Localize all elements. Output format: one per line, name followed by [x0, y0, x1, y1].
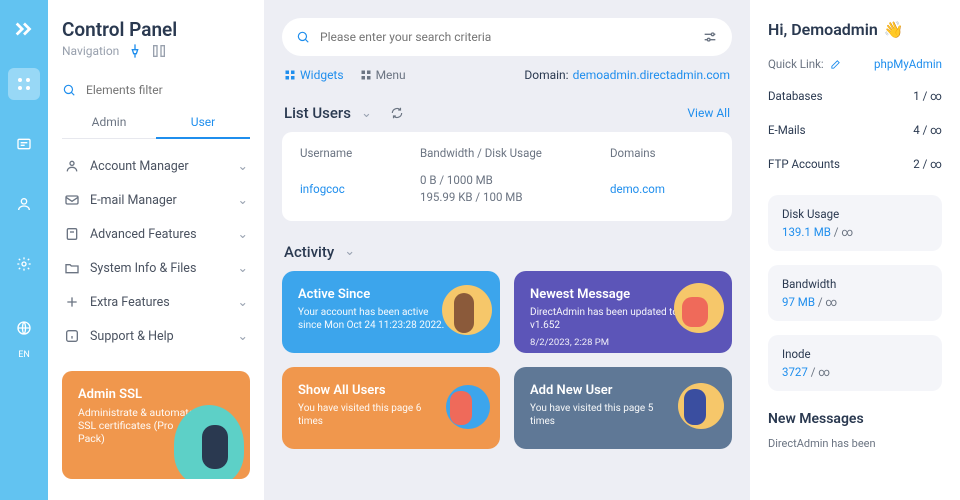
list-users-header: List Users ⌄ View All: [284, 104, 730, 122]
right-panel: Hi, Demoadmin👋 Quick Link: phpMyAdmin Da…: [750, 0, 960, 500]
nav-rail: EN: [0, 0, 48, 500]
menu-advanced[interactable]: Advanced Features⌄: [62, 217, 250, 251]
rail-settings[interactable]: [8, 248, 40, 280]
table-row[interactable]: infogcoc 0 B / 1000 MB195.99 KB / 100 MB…: [300, 172, 714, 207]
menu-system[interactable]: System Info & Files⌄: [62, 251, 250, 285]
filter-input[interactable]: [86, 83, 250, 97]
greeting: Hi, Demoadmin👋: [768, 20, 942, 39]
edit-icon[interactable]: [830, 59, 841, 70]
chevron-down-icon: ⌄: [238, 158, 248, 174]
card-add-new-user[interactable]: Add New User You have visited this page …: [514, 367, 732, 449]
stat-emails: E-Mails4 / ∞: [768, 113, 942, 147]
plus-icon: [64, 294, 80, 310]
sidebar-tabs: Admin User: [62, 107, 250, 139]
username-link[interactable]: infogcoc: [300, 182, 420, 196]
stat-databases: Databases1 / ∞: [768, 79, 942, 113]
menu-account[interactable]: Account Manager⌄: [62, 149, 250, 183]
promo-admin-ssl[interactable]: Admin SSL Administrate & automate SSL ce…: [62, 371, 250, 479]
usage-bandwidth: Bandwidth 97 MB / ∞: [768, 265, 942, 321]
grid-icon: [284, 69, 296, 81]
card-show-all-users[interactable]: Show All Users You have visited this pag…: [282, 367, 500, 449]
activity-cards: Active Since Your account has been activ…: [282, 271, 732, 449]
domain-link[interactable]: demo.com: [610, 182, 714, 196]
rail-user[interactable]: [8, 188, 40, 220]
sliders-icon[interactable]: [702, 29, 718, 45]
usage-inode: Inode 3727 / ∞: [768, 335, 942, 391]
menu-email[interactable]: E-mail Manager⌄: [62, 183, 250, 217]
toolbar: Widgets Menu Domain:demoadmin.directadmi…: [284, 68, 730, 82]
page-title: Control Panel: [62, 18, 250, 41]
search-bar[interactable]: [282, 18, 732, 56]
rail-messages[interactable]: [8, 128, 40, 160]
search-input[interactable]: [320, 30, 692, 44]
chevron-down-icon: ⌄: [238, 294, 248, 310]
chevron-down-icon: ⌄: [238, 226, 248, 242]
users-table: Username Bandwidth / Disk Usage Domains …: [282, 132, 732, 221]
activity-header: Activity ⌄: [284, 243, 730, 261]
tab-user[interactable]: User: [156, 107, 250, 139]
menu-support[interactable]: Support & Help⌄: [62, 319, 250, 353]
info-icon: [64, 328, 80, 344]
new-messages-title: New Messages: [768, 411, 942, 427]
chevron-down-icon: ⌄: [238, 260, 248, 276]
card-illustration: [430, 375, 492, 437]
table-header: Username Bandwidth / Disk Usage Domains: [300, 146, 714, 160]
tab-admin[interactable]: Admin: [62, 107, 156, 138]
view-all-link[interactable]: View All: [687, 106, 730, 120]
card-illustration: [662, 375, 724, 437]
quick-link-phpmyadmin[interactable]: phpMyAdmin: [874, 57, 942, 71]
widgets-link[interactable]: Widgets: [284, 68, 344, 82]
card-illustration: [662, 279, 724, 341]
sidebar-menu: Account Manager⌄ E-mail Manager⌄ Advance…: [62, 149, 250, 353]
elements-filter[interactable]: [62, 83, 250, 97]
search-icon: [296, 30, 310, 44]
chevron-down-icon: ⌄: [238, 328, 248, 344]
wave-icon: 👋: [884, 20, 904, 39]
rail-language[interactable]: [8, 312, 40, 344]
stat-ftp: FTP Accounts2 / ∞: [768, 147, 942, 181]
menu-link[interactable]: Menu: [360, 68, 406, 82]
chevron-down-icon[interactable]: ⌄: [344, 244, 355, 259]
main-content: Widgets Menu Domain:demoadmin.directadmi…: [264, 0, 750, 500]
card-illustration: [430, 279, 492, 341]
domain-link[interactable]: demoadmin.directadmin.com: [573, 68, 730, 82]
refresh-icon[interactable]: [390, 106, 404, 120]
card-active-since[interactable]: Active Since Your account has been activ…: [282, 271, 500, 353]
layers-icon: [64, 226, 80, 242]
new-messages-preview[interactable]: DirectAdmin has been: [768, 437, 942, 450]
grid-icon: [360, 69, 372, 81]
rail-dashboard[interactable]: [8, 68, 40, 100]
app-logo: [13, 18, 35, 40]
promo-title: Admin SSL: [78, 387, 234, 402]
card-newest-message[interactable]: Newest Message DirectAdmin has been upda…: [514, 271, 732, 353]
columns-icon[interactable]: [151, 43, 167, 59]
chevron-down-icon[interactable]: ⌄: [361, 106, 372, 121]
user-icon: [64, 158, 80, 174]
quick-link-row: Quick Link: phpMyAdmin: [768, 57, 942, 71]
sidebar: Control Panel Navigation Admin User Acco…: [48, 0, 264, 500]
section-title: List Users: [284, 104, 351, 122]
domain-indicator: Domain:demoadmin.directadmin.com: [524, 68, 730, 82]
mail-icon: [64, 192, 80, 208]
folder-icon: [64, 260, 80, 276]
nav-subtitle: Navigation: [62, 43, 250, 59]
section-title: Activity: [284, 243, 334, 261]
chevron-down-icon: ⌄: [238, 192, 248, 208]
usage-disk: Disk Usage 139.1 MB / ∞: [768, 195, 942, 251]
rail-language-label: EN: [18, 350, 30, 360]
search-icon: [62, 83, 76, 97]
menu-extra[interactable]: Extra Features⌄: [62, 285, 250, 319]
pin-icon[interactable]: [127, 43, 143, 59]
